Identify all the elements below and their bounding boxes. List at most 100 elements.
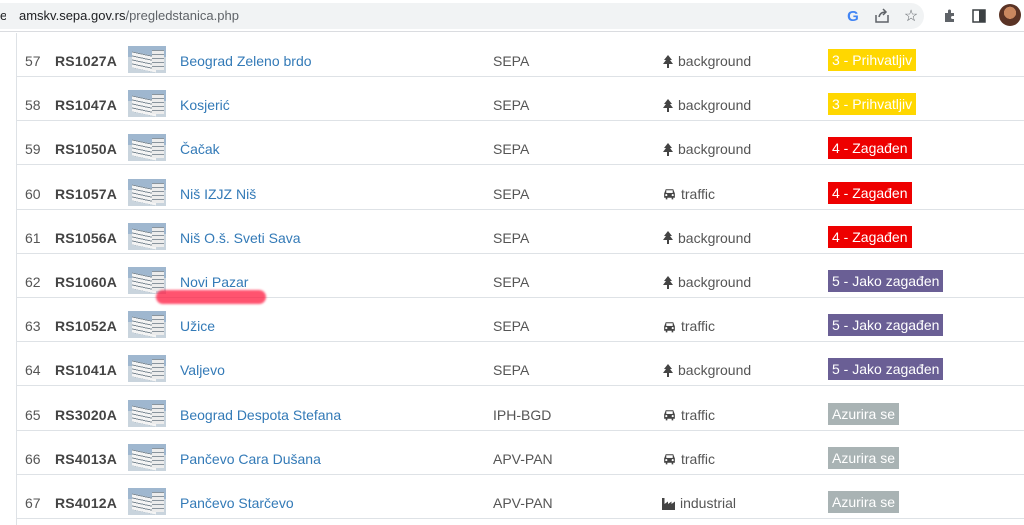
station-code: RS1041A	[55, 362, 118, 379]
network-name: SEPA	[493, 141, 530, 158]
car-icon	[662, 452, 677, 465]
side-panel-icon[interactable]	[970, 7, 988, 25]
google-icon[interactable]: G	[844, 7, 862, 25]
station-photo[interactable]	[128, 90, 166, 118]
station-name-link[interactable]: Niš O.š. Sveti Sava	[180, 230, 301, 246]
station-type-label: traffic	[681, 450, 715, 467]
industry-icon	[662, 497, 676, 510]
station-code: RS1056A	[55, 229, 118, 246]
station-code: RS1052A	[55, 318, 118, 335]
network-name: SEPA	[493, 53, 530, 69]
tree-icon	[662, 231, 674, 245]
station-code: RS4012A	[55, 495, 118, 511]
bookmark-star-icon[interactable]: ☆	[902, 7, 920, 25]
table-row: 64 RS1041A Valjevo SEPA background 5 - Jako z…	[17, 342, 1024, 387]
station-name-link[interactable]: Čačak	[180, 141, 220, 157]
station-code: RS1047A	[55, 97, 118, 114]
station-type: traffic	[662, 451, 715, 467]
table-row: 60 RS1057A Niš IZJZ Niš SEPA traffic 4 - Zaga…	[17, 166, 1024, 210]
station-type-label: traffic	[681, 318, 715, 335]
air-quality-badge: Azurira se	[828, 402, 900, 425]
row-number: 61	[25, 229, 41, 246]
station-code: RS4013A	[55, 450, 118, 467]
tree-icon	[662, 363, 674, 377]
station-photo-image	[128, 134, 166, 162]
row-number: 67	[25, 495, 41, 511]
station-type-label: background	[678, 229, 752, 246]
tree-icon	[662, 98, 674, 112]
station-photo-image	[128, 355, 166, 383]
url-host: amskv.sepa.gov.rs	[19, 8, 126, 23]
air-quality-badge: 5 - Jako zagađen	[828, 314, 944, 337]
station-type: background	[662, 274, 751, 290]
network-name: APV-PAN	[493, 450, 553, 467]
station-code: RS1060A	[55, 274, 118, 290]
air-quality-badge: 3 - Prihvatljiv	[828, 49, 917, 71]
station-photo-image	[128, 399, 166, 427]
station-name-link[interactable]: Niš IZJZ Niš	[180, 186, 256, 202]
station-photo[interactable]	[128, 488, 166, 515]
station-type-label: background	[678, 362, 752, 379]
row-number: 62	[25, 274, 41, 290]
station-photo[interactable]	[128, 134, 166, 162]
air-quality-badge: 5 - Jako zagađen	[828, 358, 944, 381]
station-photo[interactable]	[128, 311, 166, 339]
car-icon	[662, 320, 677, 333]
station-type: traffic	[662, 186, 715, 202]
address-url[interactable]: amskv.sepa.gov.rs/pregledstanica.php	[19, 8, 239, 23]
share-icon[interactable]	[873, 7, 891, 25]
station-photo-image	[128, 178, 166, 206]
tree-icon	[662, 54, 674, 68]
station-photo[interactable]	[128, 178, 166, 206]
station-name-link[interactable]: Beograd Despota Stefana	[180, 407, 341, 423]
station-type-label: industrial	[680, 495, 737, 511]
station-name-link[interactable]: Kosjerić	[180, 97, 230, 113]
table-row: 66 RS4013A Pančevo Cara Dušana APV-PAN traff…	[17, 431, 1024, 475]
station-type: background	[662, 97, 751, 113]
air-quality-badge: 4 - Zagađen	[828, 137, 912, 160]
table-row: 65 RS3020A Beograd Despota Stefana IPH-BGD t…	[17, 387, 1024, 431]
station-table: 57 RS1027A Beograd Zeleno brdo SEPA backgrou…	[16, 33, 1024, 525]
station-type: background	[662, 230, 751, 246]
row-number: 57	[25, 53, 41, 69]
station-photo[interactable]	[128, 355, 166, 383]
tree-icon	[662, 275, 674, 289]
url-cut-letter: e	[0, 8, 6, 23]
red-highlight-scribble	[156, 290, 266, 304]
table-row: 59 RS1050A Čačak SEPA background 4 - Zagađen	[17, 121, 1024, 166]
station-photo[interactable]	[128, 46, 166, 73]
table-row: 63 RS1052A Užice SEPA traffic 5 - Jako zagađe…	[17, 298, 1024, 343]
table-row: 58 RS1047A Kosjerić SEPA background 3 - Prihv…	[17, 77, 1024, 122]
station-name-link[interactable]: Pančevo Starčevo	[180, 495, 294, 511]
table-row: 61 RS1056A Niš O.š. Sveti Sava SEPA backgrou…	[17, 210, 1024, 254]
extensions-puzzle-icon[interactable]	[941, 7, 959, 25]
air-quality-badge: Azurira se	[828, 491, 900, 513]
station-type-label: traffic	[681, 185, 715, 202]
station-photo[interactable]	[128, 222, 166, 250]
row-number: 58	[25, 97, 41, 114]
network-name: SEPA	[493, 229, 530, 246]
row-number: 64	[25, 362, 41, 379]
station-name-link[interactable]: Novi Pazar	[180, 274, 248, 290]
table-row: 67 RS4012A Pančevo Starčevo APV-PAN industri…	[17, 475, 1024, 519]
station-name-link[interactable]: Valjevo	[180, 362, 225, 378]
row-number: 60	[25, 185, 41, 202]
station-type: background	[662, 362, 751, 378]
station-name-link[interactable]: Pančevo Cara Dušana	[180, 451, 321, 467]
station-photo[interactable]	[128, 399, 166, 427]
station-type-label: background	[678, 274, 752, 290]
station-name-link[interactable]: Beograd Zeleno brdo	[180, 53, 312, 69]
profile-avatar-icon[interactable]	[999, 4, 1021, 26]
station-photo[interactable]	[128, 443, 166, 471]
station-name-link[interactable]: Užice	[180, 318, 215, 334]
row-number: 65	[25, 406, 41, 423]
network-name: SEPA	[493, 185, 530, 202]
station-photo-image	[128, 90, 166, 118]
row-number: 66	[25, 450, 41, 467]
network-name: IPH-BGD	[493, 406, 552, 423]
air-quality-badge: Azurira se	[828, 446, 900, 469]
car-icon	[662, 408, 677, 421]
air-quality-badge: 5 - Jako zagađen	[828, 270, 944, 292]
air-quality-badge: 4 - Zagađen	[828, 181, 912, 204]
station-type: background	[662, 53, 751, 69]
